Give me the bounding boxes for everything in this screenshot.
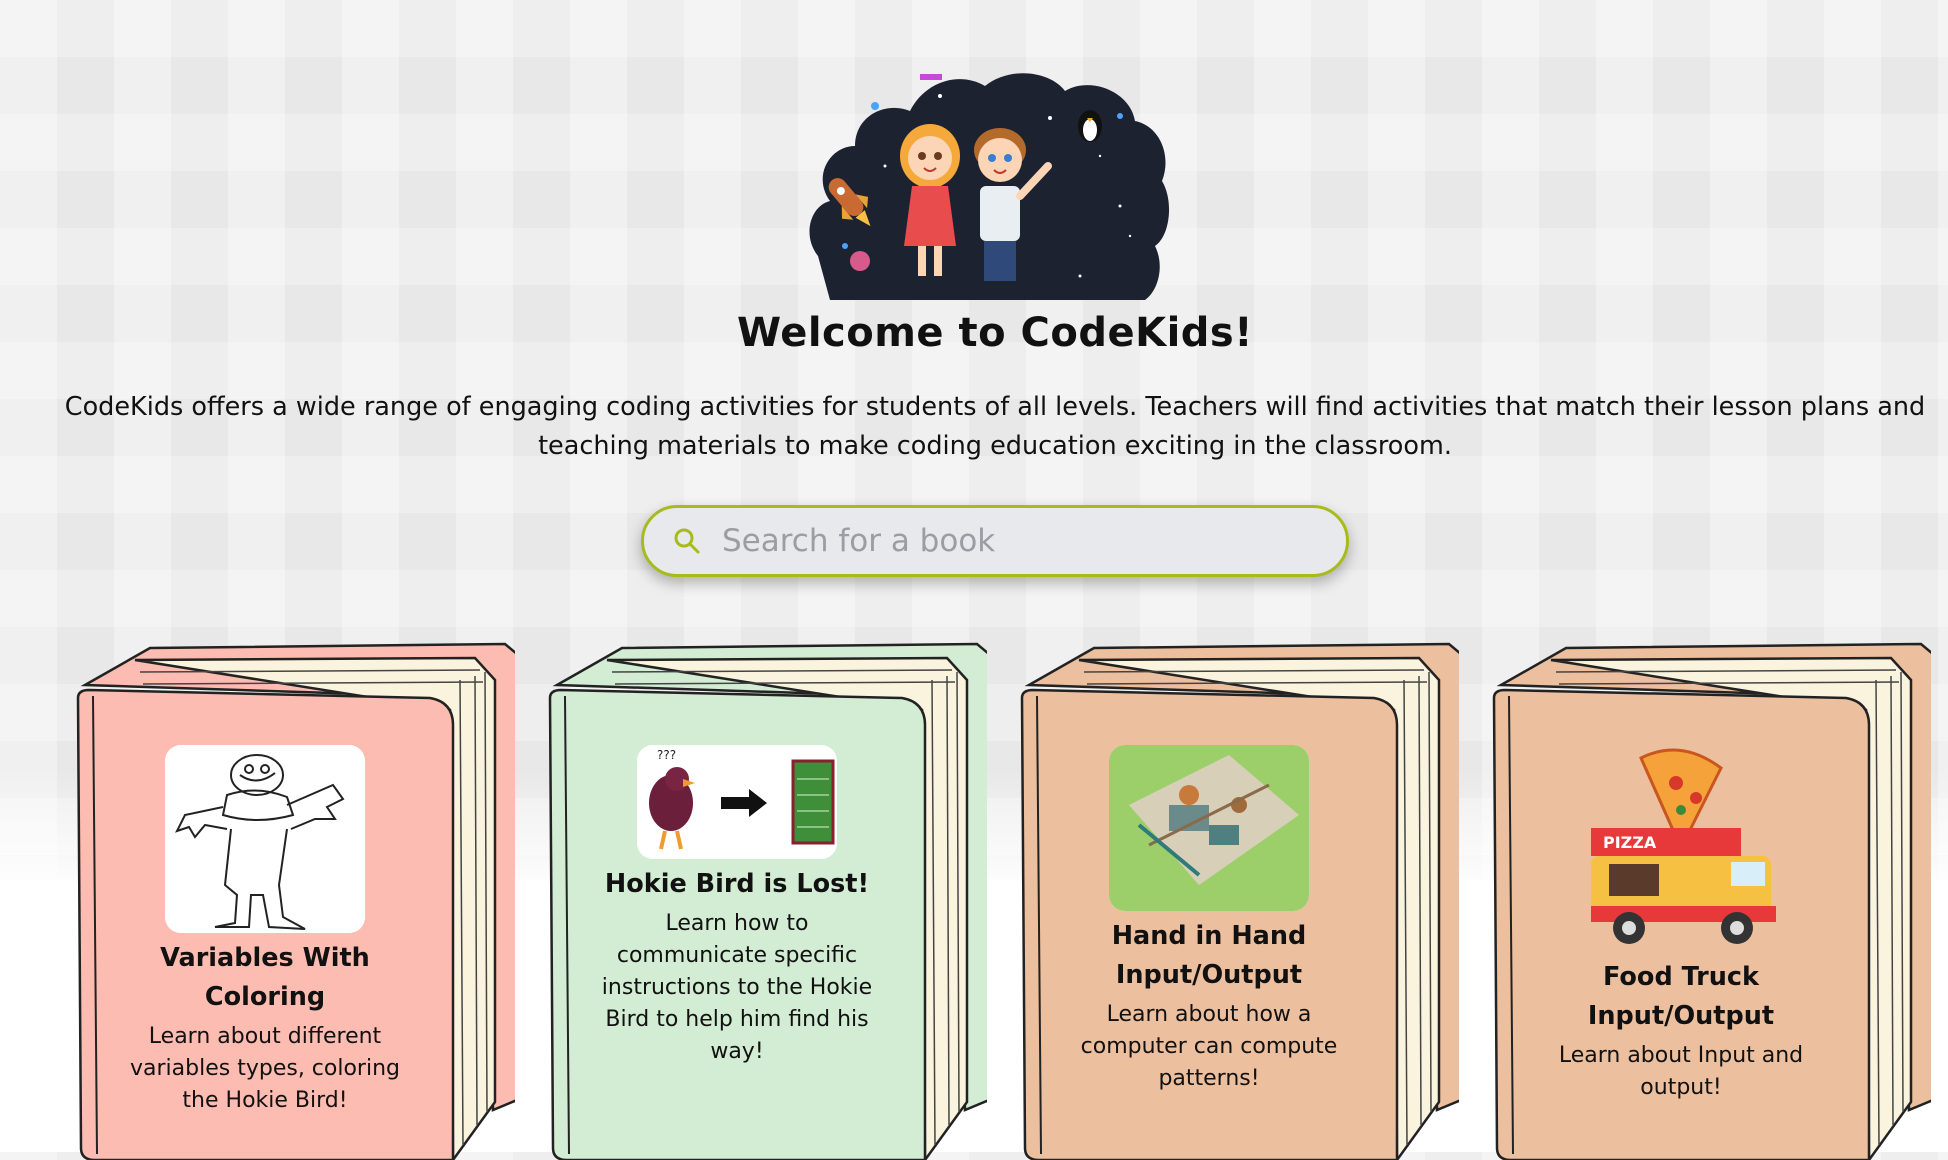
book-thumbnail-hokie-bird-to-field: ??? — [637, 745, 837, 859]
book-thumbnail-playground — [1109, 745, 1309, 911]
book-title: Variables With Coloring — [160, 943, 370, 1012]
search-input[interactable] — [720, 522, 1346, 560]
book-card-food-truck[interactable]: PIZZA Food Truck Input/Output Learn abou… — [1491, 640, 1931, 1160]
book-description: Learn about how a computer can compute p… — [1080, 1002, 1338, 1091]
book-card-variables-with-coloring[interactable]: Variables With Coloring Learn about diff… — [75, 640, 515, 1160]
book-description: Learn about different variables types, c… — [130, 1024, 400, 1113]
book-thumbnail-pizza-truck: PIZZA — [1581, 748, 1781, 952]
book-title: Hand in Hand Input/Output — [1111, 921, 1307, 990]
hero-illustration — [800, 66, 1174, 300]
search-icon — [670, 524, 704, 558]
book-card-hokie-bird-is-lost[interactable]: ??? Hokie Bird is Lost! Learn how to com… — [547, 640, 987, 1160]
book-description: Learn how to communicate specific instru… — [601, 911, 873, 1064]
search-bar[interactable] — [641, 505, 1349, 577]
book-thumbnail-hokie-bird-coloring — [165, 745, 365, 933]
book-description: Learn about Input and output! — [1558, 1043, 1804, 1100]
book-title: Hokie Bird is Lost! — [604, 869, 870, 899]
intro-text: CodeKids offers a wide range of engaging… — [64, 392, 1926, 461]
book-card-hand-in-hand[interactable]: Hand in Hand Input/Output Learn about ho… — [1019, 640, 1459, 1160]
page-title: Welcome to CodeKids! — [737, 310, 1253, 356]
svg-text:PIZZA: PIZZA — [1603, 833, 1657, 852]
svg-text:???: ??? — [657, 748, 676, 762]
book-title: Food Truck Input/Output — [1587, 962, 1775, 1031]
